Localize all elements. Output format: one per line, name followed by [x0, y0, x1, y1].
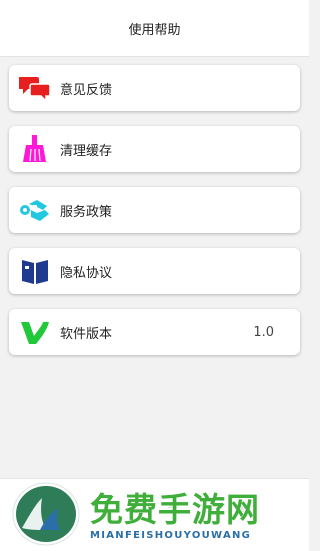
menu-item-service-policy[interactable]: 服务政策 [9, 187, 300, 233]
menu-item-label: 软件版本 [60, 326, 113, 342]
menu-item-label: 意见反馈 [60, 82, 113, 98]
service-policy-icon [20, 200, 49, 221]
menu-item-label: 清理缓存 [60, 143, 113, 159]
page-title: 使用帮助 [128, 22, 181, 38]
version-number: 1.0 [253, 324, 274, 340]
menu-item-clear-cache[interactable]: 清理缓存 [9, 126, 300, 172]
broom-icon [23, 135, 46, 162]
version-v-icon [21, 322, 49, 344]
menu-item-feedback[interactable]: 意见反馈 [9, 65, 300, 111]
privacy-book-icon [22, 260, 48, 284]
chat-bubbles-icon [19, 77, 51, 102]
menu-item-privacy[interactable]: 隐私协议 [9, 248, 300, 294]
menu-item-label: 隐私协议 [60, 265, 113, 281]
watermark-title: 免费手游网 [90, 490, 260, 529]
menu-item-label: 服务政策 [60, 204, 113, 220]
header-bar: 使用帮助 [0, 0, 309, 57]
watermark-subtitle: MIANFEISHOUYOUWANG [90, 530, 252, 541]
menu-item-version[interactable]: 软件版本 1.0 [9, 309, 300, 355]
